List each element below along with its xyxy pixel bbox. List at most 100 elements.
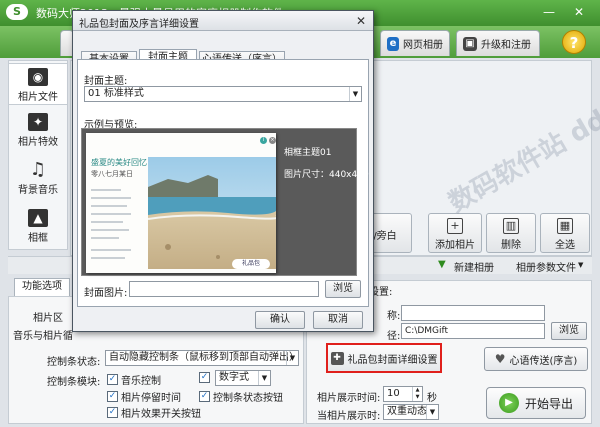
heart-preface-button[interactable]: ♥ 心语传送(序言) [484, 347, 588, 371]
camera-icon: ◉ [28, 68, 48, 86]
browse-cover-button[interactable]: 浏览 [325, 280, 361, 298]
show-mode-label: 当相片展示时: [317, 411, 381, 422]
play-icon: ▶ [498, 393, 519, 413]
add-photo-button[interactable]: + 添加相片 [428, 213, 482, 253]
dialog-close-button[interactable]: ✕ [353, 13, 369, 29]
cover-theme-label: 封面主题: [84, 76, 128, 87]
grid-icon: ▦ [557, 218, 573, 234]
pause-time-checkbox[interactable]: ✓ 相片停留时间 [107, 389, 181, 404]
sidebar-item-photo-effects[interactable]: ✦ 相片特效 [9, 109, 67, 151]
start-export-label: 开始导出 [524, 396, 573, 411]
tab-web-album[interactable]: e 网页相册 [380, 30, 450, 56]
delete-label: 删除 [501, 240, 521, 251]
card-text-line [91, 205, 127, 207]
path-input[interactable]: C:\DMGift [401, 323, 545, 339]
frame-icon: ▲ [28, 209, 48, 227]
numeric-style-select[interactable]: 数字式 ▼ [215, 370, 271, 386]
card-text-line [91, 197, 131, 199]
show-time-label: 相片展示时间: [317, 393, 381, 404]
ie-icon: e [387, 36, 399, 51]
sidebar: ◉ 相片文件 ✦ 相片特效 ♫ 背景音乐 ▲ 相框 [8, 60, 68, 250]
chevron-down-icon: ▼ [258, 371, 270, 385]
checkbox-checked: ✓ [107, 407, 118, 418]
numeric-style-checkbox[interactable]: ✓ [199, 372, 210, 383]
control-state-label: 控制条状态: [47, 357, 101, 368]
show-time-spinner[interactable]: 10 ▲ ▼ [383, 386, 423, 402]
control-module-label: 控制条模块: [47, 377, 101, 388]
browse-path-button[interactable]: 浏览 [551, 322, 587, 340]
pause-time-label: 相片停留时间 [121, 393, 181, 404]
select-all-button[interactable]: ▦ 全选 [540, 213, 590, 253]
tab-web-album-label: 网页相册 [403, 40, 443, 51]
help-button[interactable]: ? [562, 30, 586, 54]
chevron-down-icon: ▼ [426, 405, 438, 419]
card-text-line [91, 257, 125, 259]
show-mode-select[interactable]: 双重动态 ▼ [383, 404, 439, 420]
effect-switch-label: 相片效果开关按钮 [121, 409, 201, 420]
sidebar-item-background-music[interactable]: ♫ 背景音乐 [9, 157, 67, 199]
music-icon: ♫ [29, 159, 47, 180]
close-button[interactable]: ✕ [568, 3, 590, 21]
cover-image-label: 封面图片: [84, 288, 128, 299]
chevron-down-icon: ▼ [349, 87, 361, 101]
sidebar-item-label: 相框 [28, 233, 48, 244]
music-control-label: 音乐控制 [121, 376, 161, 387]
cover-theme-select[interactable]: 01 标准样式 ▼ [84, 86, 362, 102]
dialog-titlebar: 礼品包封面及序言详细设置 ✕ [73, 11, 373, 31]
card-text-line [91, 237, 119, 239]
show-time-value: 10 [387, 388, 400, 399]
narration-label: /旁白 [373, 231, 397, 242]
delete-button[interactable]: ▥ 删除 [486, 213, 536, 253]
beach-photo [148, 157, 276, 269]
add-photo-icon: + [447, 218, 463, 234]
card-badge-icon: i [260, 137, 267, 144]
show-mode-value: 双重动态 [387, 406, 427, 417]
heart-icon: ♥ [494, 352, 506, 366]
card-text-line [91, 249, 131, 251]
photo-area-label: 相片区 [33, 313, 63, 324]
path-value: C:\DMGift [405, 326, 449, 336]
spinner-arrows-icon[interactable]: ▲ ▼ [412, 387, 422, 401]
photo-size-label: 图片尺寸：440x480 [284, 170, 369, 180]
sidebar-item-photo-files[interactable]: ◉ 相片文件 [9, 63, 67, 105]
control-state-select[interactable]: 自动隐藏控制条（鼠标移到顶部自动弹出） ▼ [105, 350, 299, 366]
gift-icon: ✚ [330, 351, 344, 365]
cancel-button[interactable]: 取消 [313, 311, 363, 329]
checkbox-checked: ✓ [107, 391, 118, 402]
checkbox-checked: ✓ [199, 391, 210, 402]
minimize-button[interactable]: — [538, 3, 560, 21]
sidebar-item-label: 背景音乐 [18, 185, 58, 196]
control-state-btn-label: 控制条状态按钮 [213, 393, 283, 404]
album-params-arrow-icon: ▼ [578, 261, 584, 269]
album-params-button[interactable]: 相册参数文件 [516, 259, 576, 274]
tab-upgrade-register[interactable]: ▣ 升级和注册 [456, 30, 540, 56]
card-text-line [91, 213, 131, 215]
effect-switch-checkbox[interactable]: ✓ 相片效果开关按钮 [107, 405, 201, 420]
tab-function-options[interactable]: 功能选项 [14, 278, 70, 296]
card-text-line [91, 229, 129, 231]
card-headline: 盛夏的美好回忆 [91, 158, 147, 167]
tab-upgrade-label: 升级和注册 [481, 40, 531, 51]
path-label: 径: [387, 331, 401, 342]
card-text-line [91, 221, 123, 223]
sidebar-item-label: 相片特效 [18, 137, 58, 148]
name-label: 称: [387, 311, 401, 322]
app-logo-icon: S [6, 4, 28, 20]
music-control-checkbox[interactable]: ✓ 音乐控制 [107, 372, 161, 387]
card-close-icon: × [269, 137, 276, 144]
preview-card: 盛夏的美好回忆 零八七月某日 i × 礼品包 [86, 133, 276, 273]
ok-button[interactable]: 确认 [255, 311, 305, 329]
trash-icon: ▥ [503, 218, 519, 234]
new-album-arrow-icon: ▼ [438, 259, 446, 270]
sidebar-item-frame[interactable]: ▲ 相框 [9, 205, 67, 247]
start-export-button[interactable]: ▶ 开始导出 [486, 387, 586, 419]
card-text-line [91, 189, 121, 191]
effects-icon: ✦ [28, 113, 48, 131]
name-input[interactable] [401, 305, 545, 321]
dialog-title: 礼品包封面及序言详细设置 [79, 19, 199, 30]
heart-preface-label: 心语传送(序言) [509, 355, 578, 367]
control-state-btn-checkbox[interactable]: ✓ 控制条状态按钮 [199, 389, 283, 404]
gift-cover-settings-button[interactable]: ✚ 礼品包封面详细设置 [326, 343, 442, 373]
cover-image-input[interactable] [129, 281, 319, 297]
new-album-button[interactable]: 新建相册 [454, 259, 494, 274]
